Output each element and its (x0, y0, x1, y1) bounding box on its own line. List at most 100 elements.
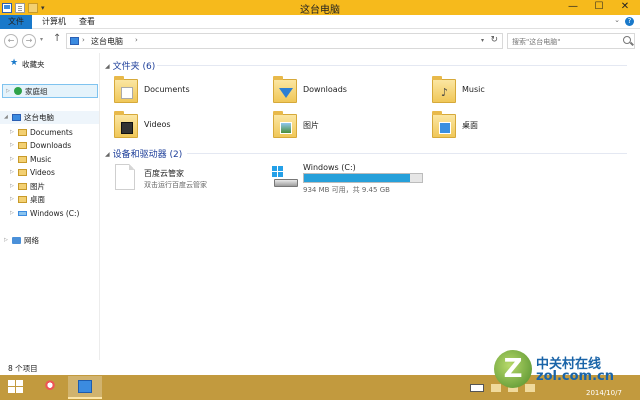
watermark-en: zol.com.cn (536, 369, 614, 384)
star-icon: ★ (10, 58, 19, 68)
nav-videos[interactable]: ▷ Videos (0, 166, 98, 179)
address-dropdown-icon[interactable]: ▾ (481, 37, 484, 44)
this-pc-icon (12, 114, 21, 121)
window-title: 这台电脑 (300, 5, 340, 16)
start-button[interactable] (8, 380, 24, 395)
downloads-folder-icon (272, 75, 300, 105)
group-title: 设备和驱动器 (2) (112, 150, 183, 160)
folder-pictures[interactable]: 图片 (272, 110, 422, 146)
drive-space-text: 934 MB 可用，共 9.45 GB (303, 186, 390, 194)
nav-favorites[interactable]: ★ 收藏夹 (0, 58, 98, 71)
up-button[interactable]: ↑ (53, 33, 61, 44)
refresh-icon[interactable]: ↻ (490, 35, 498, 45)
expand-arrow-icon[interactable]: ▷ (10, 207, 14, 220)
breadcrumb-this-pc[interactable]: 这台电脑 (91, 36, 123, 47)
nav-drive-c[interactable]: ▷ Windows (C:) (0, 207, 98, 220)
nav-label: 图片 (30, 182, 45, 191)
expand-arrow-icon[interactable]: ▷ (10, 166, 14, 179)
taskbar-app-explorer[interactable] (68, 376, 102, 399)
pictures-folder-icon (272, 110, 300, 140)
expand-arrow-icon[interactable]: ▷ (10, 193, 14, 206)
homegroup-icon (14, 87, 22, 95)
group-divider (157, 65, 627, 66)
breadcrumb-separator[interactable]: › (135, 36, 138, 44)
device-description: 双击运行百度云管家 (144, 181, 207, 189)
drive-usage-bar (303, 173, 423, 183)
group-header-folders[interactable]: ◢ 文件夹 (6) (105, 59, 627, 72)
taskbar-clock[interactable]: 2014/10/7 (586, 389, 622, 397)
expand-arrow-icon[interactable]: ▷ (10, 139, 14, 152)
expand-arrow-icon[interactable]: ▷ (4, 234, 8, 247)
nav-pictures[interactable]: ▷ 图片 (0, 180, 98, 193)
tab-file[interactable]: 文件 (0, 15, 32, 29)
search-input[interactable]: 搜索"这台电脑" (507, 33, 635, 49)
folder-name: Videos (144, 120, 171, 129)
device-name: 百度云管家 (144, 169, 184, 178)
zol-watermark: Z 中关村在线 zol.com.cn (494, 350, 640, 390)
minimize-button[interactable]: — (560, 0, 586, 15)
nav-desktop[interactable]: ▷ 桌面 (0, 193, 98, 206)
folder-icon (18, 142, 27, 149)
nav-homegroup[interactable]: ▷ 家庭组 (2, 84, 98, 98)
nav-label: Music (30, 155, 52, 164)
folder-desktop[interactable]: 桌面 (431, 110, 581, 146)
search-placeholder: 搜索"这台电脑" (512, 38, 561, 46)
touch-keyboard-icon[interactable] (470, 384, 484, 392)
folder-name: Music (462, 85, 485, 94)
content-pane: ◢ 文件夹 (6) Documents Downloads ♪ Music Vid… (101, 53, 640, 360)
recent-locations-icon[interactable]: ▾ (40, 36, 43, 43)
nav-this-pc[interactable]: ◢ 这台电脑 (0, 111, 99, 124)
folder-videos[interactable]: Videos (113, 110, 263, 146)
close-button[interactable]: ✕ (612, 0, 638, 15)
search-icon[interactable] (623, 36, 631, 44)
tab-view[interactable]: 查看 (71, 15, 103, 29)
nav-downloads[interactable]: ▷ Downloads (0, 139, 98, 152)
help-icon[interactable]: ? (625, 17, 634, 26)
folder-name: Documents (144, 85, 190, 94)
item-count: 8 个项目 (8, 364, 38, 373)
windows-drive-icon (272, 166, 300, 190)
expand-arrow-icon[interactable]: ▷ (10, 126, 14, 139)
address-bar[interactable]: › 这台电脑 › ▾ ↻ (66, 33, 503, 49)
folder-icon (18, 196, 27, 203)
expand-arrow-icon[interactable]: ▷ (10, 153, 14, 166)
desktop-folder-icon (431, 110, 459, 140)
nav-label: Videos (30, 168, 55, 177)
maximize-button[interactable]: ☐ (586, 0, 612, 15)
group-header-devices[interactable]: ◢ 设备和驱动器 (2) (105, 147, 627, 160)
nav-label: Downloads (30, 141, 72, 150)
expand-ribbon-icon[interactable]: ⌄ (614, 16, 620, 24)
folder-icon (18, 156, 27, 163)
expand-arrow-icon[interactable]: ▷ (10, 180, 14, 193)
nav-network[interactable]: ▷ 网络 (0, 234, 98, 247)
file-icon (115, 164, 135, 190)
folder-icon (18, 183, 27, 190)
nav-music[interactable]: ▷ Music (0, 153, 98, 166)
folder-documents[interactable]: Documents (113, 75, 263, 111)
title-bar: ▾ 这台电脑 — ☐ ✕ (0, 0, 640, 16)
taskbar-app-baidu[interactable] (33, 376, 67, 399)
this-pc-icon (70, 37, 79, 45)
device-name: Windows (C:) (303, 163, 356, 172)
nav-label: Documents (30, 128, 73, 137)
collapse-group-icon[interactable]: ◢ (105, 151, 110, 158)
folder-name: Downloads (303, 85, 347, 94)
collapse-arrow-icon[interactable]: ◢ (4, 111, 8, 124)
folder-downloads[interactable]: Downloads (272, 75, 422, 111)
this-pc-icon (78, 380, 92, 393)
folder-icon (18, 169, 27, 176)
folder-name: 桌面 (462, 121, 478, 130)
forward-button[interactable]: → (22, 34, 36, 48)
nav-label: 收藏夹 (22, 60, 45, 69)
ribbon-tabs: 文件 计算机 查看 ⌄ ? (0, 15, 640, 29)
music-folder-icon: ♪ (431, 75, 459, 105)
nav-label: 家庭组 (25, 87, 48, 96)
nav-label: 这台电脑 (24, 113, 54, 122)
folder-music[interactable]: ♪ Music (431, 75, 581, 111)
collapse-group-icon[interactable]: ◢ (105, 63, 110, 70)
back-button[interactable]: ← (4, 34, 18, 48)
expand-arrow-icon[interactable]: ▷ (6, 85, 10, 98)
nav-documents[interactable]: ▷ Documents (0, 126, 98, 139)
breadcrumb-separator[interactable]: › (82, 36, 85, 44)
tab-computer[interactable]: 计算机 (34, 15, 74, 29)
